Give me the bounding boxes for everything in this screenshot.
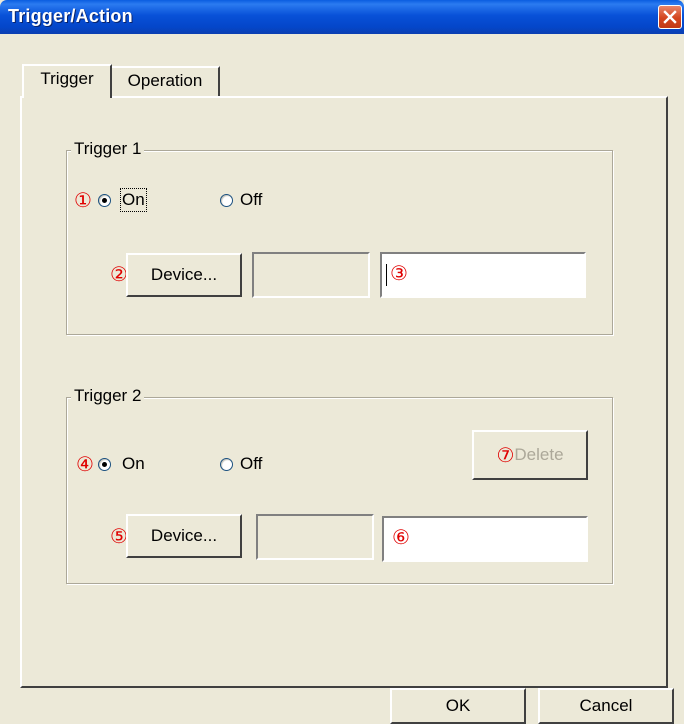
delete-marker: ⑦	[496, 445, 515, 467]
trigger-action-dialog: Trigger/Action Trigger Operation Trigger…	[0, 0, 684, 724]
tab-operation-label: Operation	[127, 71, 203, 90]
trigger2-legend: Trigger 2	[71, 386, 145, 406]
trigger2-device-value	[256, 514, 374, 560]
trigger1-device-label: Device...	[150, 265, 218, 284]
delete-label: Delete	[514, 445, 564, 464]
trigger1-on-radio[interactable]	[98, 194, 111, 207]
trigger1-device-value	[252, 252, 370, 298]
trigger2-off-label[interactable]: Off	[240, 454, 262, 474]
trigger2-on-label[interactable]: On	[122, 454, 145, 474]
trigger2-off-radio[interactable]	[220, 458, 233, 471]
trigger1-on-label[interactable]: On	[120, 188, 147, 212]
ok-label: OK	[445, 696, 471, 715]
trigger1-field-marker: ③	[390, 263, 408, 285]
cancel-label: Cancel	[579, 696, 633, 715]
ok-button[interactable]: OK	[390, 688, 526, 724]
trigger2-state-marker: ④	[76, 454, 94, 476]
trigger2-device-button[interactable]: Device...	[126, 514, 242, 558]
tab-operation[interactable]: Operation	[112, 66, 220, 96]
trigger2-field-marker: ⑥	[392, 527, 410, 549]
close-icon	[663, 10, 677, 24]
trigger1-legend: Trigger 1	[71, 139, 145, 159]
trigger2-value-input[interactable]: ⑥	[382, 516, 588, 562]
close-button[interactable]	[658, 5, 682, 29]
trigger1-group: Trigger 1	[66, 139, 613, 335]
trigger1-state-marker: ①	[74, 190, 92, 212]
window-title: Trigger/Action	[8, 6, 133, 26]
tab-trigger-label: Trigger	[40, 69, 94, 88]
cancel-button[interactable]: Cancel	[538, 688, 674, 724]
trigger2-device-label: Device...	[150, 526, 218, 545]
tab-trigger[interactable]: Trigger	[22, 64, 112, 98]
title-bar[interactable]: Trigger/Action	[0, 0, 684, 34]
delete-button[interactable]: ⑦Delete	[472, 430, 588, 480]
text-caret	[386, 264, 387, 286]
trigger1-device-button[interactable]: Device...	[126, 253, 242, 297]
trigger1-value-input[interactable]: ③	[380, 252, 586, 298]
trigger1-off-radio[interactable]	[220, 194, 233, 207]
trigger1-off-label[interactable]: Off	[240, 190, 262, 210]
trigger2-on-radio[interactable]	[98, 458, 111, 471]
